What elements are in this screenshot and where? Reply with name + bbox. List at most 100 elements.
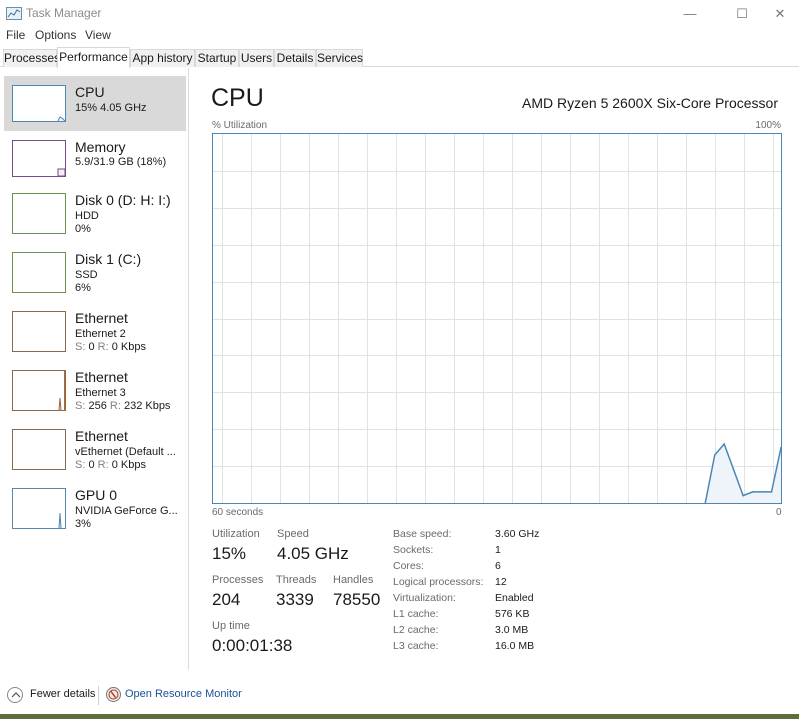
processes-label: Processes [212,574,264,586]
cpu-data-point [761,491,763,493]
maximize-icon: ☐ [736,6,748,21]
spec-value: 16.0 MB [495,640,535,652]
cpu-thumbnail-graph [12,85,66,122]
sidebar-item-ethernet-3[interactable]: Ethernet Ethernet 3 S: 256 R: 232 Kbps [4,365,186,420]
sidebar-title: Ethernet [75,428,128,444]
tab-users[interactable]: Users [239,49,274,67]
sidebar-throughput: S: 0 R: 0 Kbps [75,459,146,471]
sidebar-item-vethernet[interactable]: Ethernet vEthernet (Default ... S: 0 R: … [4,424,186,479]
sidebar-title: CPU [75,84,105,100]
handles-label: Handles [333,574,374,586]
uptime-value: 0:00:01:38 [212,636,293,655]
sidebar-subtitle: HDD [75,210,99,222]
receive-value: 0 Kbps [111,459,146,471]
fewer-details-button[interactable]: Fewer details [30,688,95,700]
sidebar-subtitle: NVIDIA GeForce G... [75,505,178,517]
open-resource-monitor-link[interactable]: Open Resource Monitor [125,688,242,700]
sidebar-item-ethernet-2[interactable]: Ethernet Ethernet 2 S: 0 R: 0 Kbps [4,306,186,361]
threads-label: Threads [276,574,317,586]
spec-value: 576 KB [495,608,530,620]
chevron-up-icon[interactable] [7,687,23,703]
minimize-button[interactable]: — [667,0,713,27]
page-title: CPU [211,84,264,112]
cpu-data-point [732,468,735,471]
tab-startup[interactable]: Startup [195,49,239,67]
resource-monitor-icon [106,687,121,702]
tab-bar: Processes Performance App history Startu… [0,47,799,68]
spec-value: 3.60 GHz [495,528,540,540]
sidebar-item-cpu[interactable]: CPU 15% 4.05 GHz [4,76,186,131]
disk-1-thumbnail-graph [12,252,66,293]
receive-value: 232 Kbps [123,400,171,412]
sidebar-throughput: S: 256 R: 232 Kbps [75,400,170,412]
tab-services[interactable]: Services [316,49,363,67]
sidebar-throughput: S: 0 R: 0 Kbps [75,341,146,353]
speed-value: 4.05 GHz [277,544,349,563]
ethernet-3-thumbnail-graph [12,370,66,411]
send-value: 0 [88,459,95,471]
close-button[interactable]: ✕ [757,0,799,27]
uptime-label: Up time [212,620,250,632]
cpu-utilization-graph [212,133,782,504]
spec-label: Base speed: [393,528,452,540]
sidebar-value: 6% [75,282,91,294]
performance-sidebar: CPU 15% 4.05 GHz Memory 5.9/31.9 GB (18%… [0,68,188,670]
sidebar-subtitle: vEthernet (Default ... [75,446,176,458]
send-value: 0 [88,341,95,353]
tab-app-history[interactable]: App history [130,49,195,67]
memory-thumbnail-graph [12,140,66,177]
spec-value: 1 [495,544,501,556]
menu-file[interactable]: File [6,28,25,42]
sidebar-title: Ethernet [75,310,128,326]
threads-value: 3339 [276,590,314,609]
x-axis-label-right: 0 [776,507,782,518]
sidebar-title: Memory [75,139,126,155]
y-axis-max-label: 100% [755,120,781,131]
minimize-icon: — [683,6,697,21]
utilization-value: 15% [212,544,247,563]
cpu-data-point [770,491,773,493]
spec-label: L2 cache: [393,624,439,636]
task-manager-icon [6,7,22,20]
send-value: 256 [88,400,107,412]
ethernet-2-thumbnail-graph [12,311,66,352]
spec-value: Enabled [495,592,534,604]
tab-details[interactable]: Details [274,49,316,67]
speed-label: Speed [277,528,309,540]
send-label: S: [75,341,86,353]
gpu-0-thumbnail-graph [12,488,66,529]
sidebar-title: Disk 0 (D: H: I:) [75,192,171,208]
sidebar-title: Disk 1 (C:) [75,251,142,267]
cpu-data-point [742,494,744,497]
x-axis-label-left: 60 seconds [212,507,264,518]
footer-bar: Fewer details Open Resource Monitor [0,680,799,712]
sidebar-subtitle: Ethernet 2 [75,328,126,340]
y-axis-label: % Utilization [212,120,268,131]
sidebar-item-disk-0[interactable]: Disk 0 (D: H: I:) HDD 0% [4,188,186,243]
footer-divider [98,686,99,705]
processes-value: 204 [212,590,241,609]
window-title: Task Manager [26,6,102,20]
menu-bar: File Options View [0,27,799,45]
cpu-graph-canvas [213,134,781,503]
sidebar-subtitle: 5.9/31.9 GB (18%) [75,156,167,168]
sidebar-subtitle: 15% 4.05 GHz [75,102,147,114]
sidebar-title: GPU 0 [75,487,118,503]
sidebar-subtitle: Ethernet 3 [75,387,126,399]
sidebar-item-gpu-0[interactable]: GPU 0 NVIDIA GeForce G... 3% [4,483,186,538]
spec-value: 12 [495,576,507,588]
menu-options[interactable]: Options [35,28,76,42]
tab-processes[interactable]: Processes [3,49,60,67]
receive-label: R: [97,459,109,471]
spec-label: Logical processors: [393,576,484,588]
handles-value: 78550 [333,590,381,609]
send-label: S: [75,459,86,471]
close-icon: ✕ [774,6,786,21]
menu-view[interactable]: View [85,28,111,42]
sidebar-item-disk-1[interactable]: Disk 1 (C:) SSD 6% [4,247,186,302]
tab-performance[interactable]: Performance [57,47,130,68]
sidebar-value: 0% [75,223,91,235]
sidebar-item-memory[interactable]: Memory 5.9/31.9 GB (18%) [4,132,186,187]
sidebar-divider [188,68,189,670]
disk-0-thumbnail-graph [12,193,66,234]
